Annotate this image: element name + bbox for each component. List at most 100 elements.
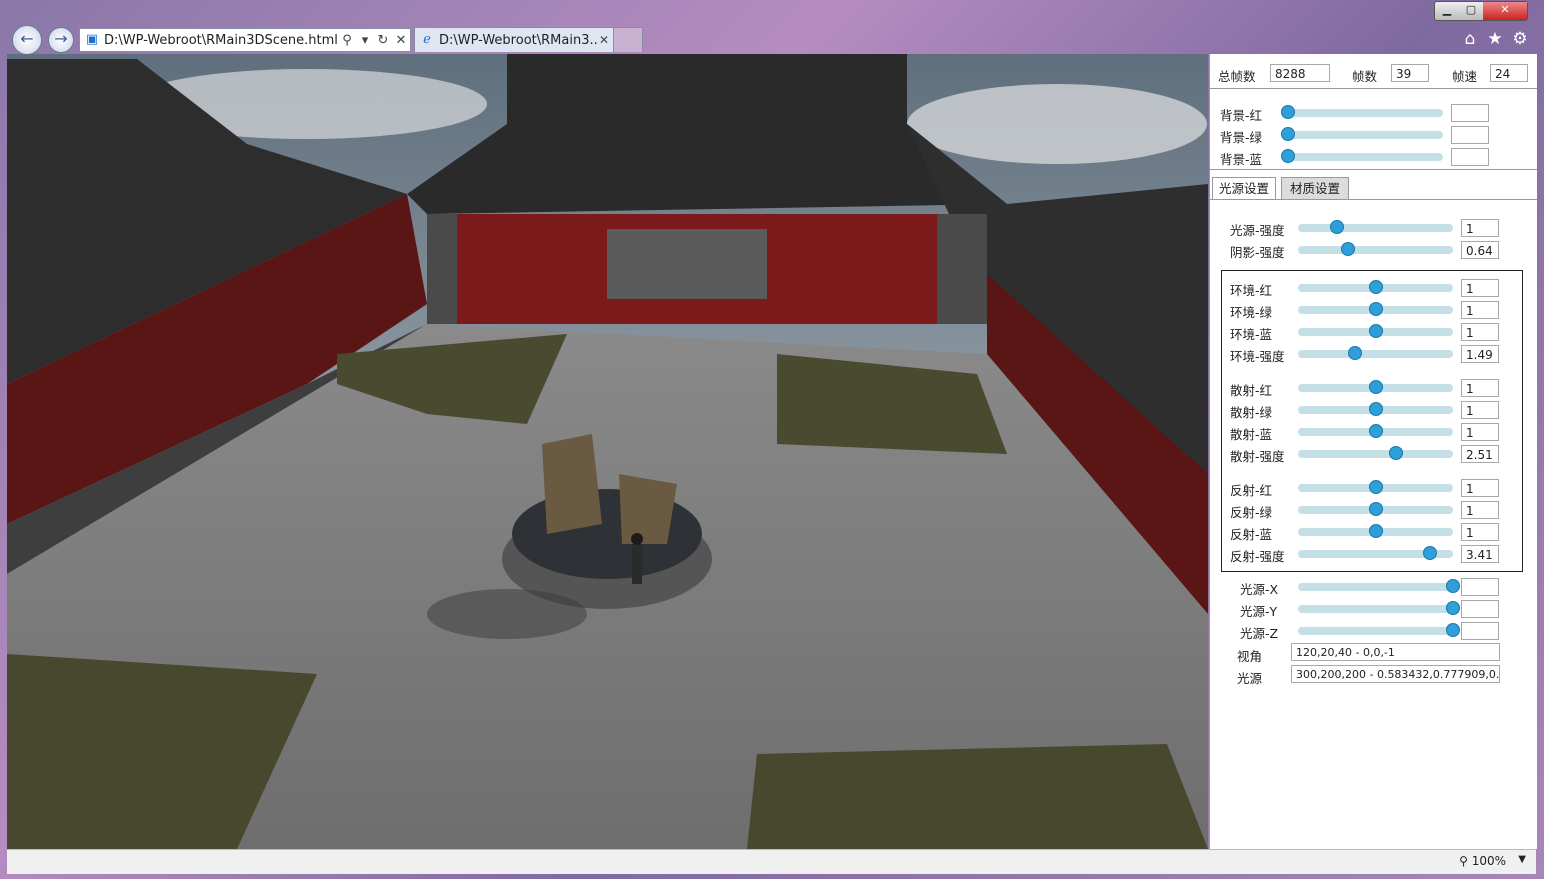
back-icon[interactable]: ← [12,25,42,55]
slider-knob[interactable] [1368,380,1383,394]
material-slider[interactable] [1298,324,1453,338]
zoom-dropdown-icon[interactable]: ▼ [1518,854,1526,865]
material-slider[interactable] [1298,380,1453,394]
material-label: 环境-绿 [1230,305,1273,320]
tab-material-settings[interactable]: 材质设置 [1281,177,1349,199]
view-field[interactable]: 120,20,40 - 0,0,-1 [1291,643,1500,661]
material-label: 环境-强度 [1230,349,1285,364]
material-slider[interactable] [1298,524,1453,538]
material-label: 环境-红 [1230,283,1273,298]
address-bar[interactable]: ▣ D:\WP-Webroot\RMain3DScene.html ⚲ ▾ ↻ … [79,28,411,52]
material-slider[interactable] [1298,280,1453,294]
close-icon[interactable]: ✕ [392,33,410,48]
zoom-icon: ⚲ [1459,854,1468,868]
light-intensity-slider[interactable] [1298,220,1453,234]
material-slider[interactable] [1298,446,1453,460]
material-value-field[interactable]: 1 [1461,301,1499,319]
background-slider[interactable] [1281,149,1443,163]
maximize-button[interactable]: ▢ [1459,2,1483,20]
slider-knob[interactable] [1340,242,1355,256]
light-position-value-field[interactable] [1461,578,1499,596]
slider-knob[interactable] [1446,579,1460,593]
light-intensity-value-field[interactable]: 0.64 [1461,241,1499,259]
slider-knob[interactable] [1368,280,1383,294]
material-slider[interactable] [1298,546,1453,560]
minimize-button[interactable]: ▁ [1435,2,1459,20]
total-frames-field[interactable]: 8288 [1270,64,1330,82]
browser-window: ▁ ▢ ✕ ← → ▣ D:\WP-Webroot\RMain3DScene.h… [0,0,1544,879]
slider-knob[interactable] [1348,346,1363,360]
slider-knob[interactable] [1388,446,1403,460]
light-intensity-label: 阴影-强度 [1230,245,1285,260]
material-value-field[interactable]: 1 [1461,379,1499,397]
material-value-field[interactable]: 1 [1461,401,1499,419]
background-slider[interactable] [1281,105,1443,119]
search-icon[interactable]: ⚲ [338,33,356,48]
material-value-field[interactable]: 1 [1461,323,1499,341]
refresh-icon[interactable]: ↻ [374,33,392,48]
slider-knob[interactable] [1446,601,1460,615]
zoom-level[interactable]: ⚲ 100% [1459,854,1506,868]
fps-field[interactable]: 24 [1490,64,1528,82]
new-tab-button[interactable] [613,27,643,52]
material-value-field[interactable]: 1 [1461,423,1499,441]
slider-knob[interactable] [1368,502,1383,516]
forward-icon[interactable]: → [48,27,74,53]
light-intensity-label: 光源-强度 [1230,223,1285,238]
slider-knob[interactable] [1368,302,1383,316]
slider-knob[interactable] [1368,402,1383,416]
material-value-field[interactable]: 1 [1461,279,1499,297]
background-value-field[interactable] [1451,104,1489,122]
slider-knob[interactable] [1368,424,1383,438]
material-slider[interactable] [1298,502,1453,516]
home-icon[interactable]: ⌂ [1460,29,1480,49]
light-position-value-field[interactable] [1461,622,1499,640]
background-slider[interactable] [1281,127,1443,141]
material-value-field[interactable]: 2.51 [1461,445,1499,463]
tab-close-icon[interactable]: ✕ [599,33,613,47]
material-slider[interactable] [1298,424,1453,438]
material-label: 散射-红 [1230,383,1273,398]
dropdown-icon[interactable]: ▾ [356,33,374,48]
material-label: 散射-蓝 [1230,427,1273,442]
3d-scene-canvas[interactable] [7,54,1208,849]
slider-knob[interactable] [1422,546,1437,560]
light-position-value-field[interactable] [1461,600,1499,618]
tab-light-settings[interactable]: 光源设置 [1212,177,1276,199]
material-slider[interactable] [1298,402,1453,416]
address-text[interactable]: D:\WP-Webroot\RMain3DScene.html [104,33,338,48]
light-intensity-value-field[interactable]: 1 [1461,219,1499,237]
material-value-field[interactable]: 1.49 [1461,345,1499,363]
light-position-label: 光源-Z [1240,626,1279,641]
slider-knob[interactable] [1368,524,1383,538]
material-value-field[interactable]: 1 [1461,523,1499,541]
slider-knob[interactable] [1281,105,1295,119]
gear-icon[interactable]: ⚙ [1510,29,1530,49]
slider-knob[interactable] [1329,220,1344,234]
close-window-button[interactable]: ✕ [1483,2,1527,20]
frames-field[interactable]: 39 [1391,64,1429,82]
slider-knob[interactable] [1281,149,1295,163]
material-value-field[interactable]: 1 [1461,479,1499,497]
material-value-field[interactable]: 1 [1461,501,1499,519]
slider-knob[interactable] [1281,127,1295,141]
background-value-field[interactable] [1451,148,1489,166]
light-position-slider[interactable] [1298,601,1460,615]
star-icon[interactable]: ★ [1485,29,1505,49]
divider [1210,169,1537,170]
slider-knob[interactable] [1368,324,1383,338]
tab-current[interactable]: ℯ D:\WP-Webroot\RMain3... ✕ [414,27,614,52]
light-position-slider[interactable] [1298,623,1460,637]
material-slider[interactable] [1298,346,1453,360]
light-info-field[interactable]: 300,200,200 - 0.583432,0.777909,0.2333 [1291,665,1500,683]
background-value-field[interactable] [1451,126,1489,144]
light-intensity-slider[interactable] [1298,242,1453,256]
material-value-field[interactable]: 3.41 [1461,545,1499,563]
slider-knob[interactable] [1368,480,1383,494]
frames-label: 帧数 [1352,69,1378,84]
light-position-slider[interactable] [1298,579,1460,593]
material-slider[interactable] [1298,480,1453,494]
light-position-label: 光源-X [1240,582,1279,597]
material-slider[interactable] [1298,302,1453,316]
slider-knob[interactable] [1446,623,1460,637]
